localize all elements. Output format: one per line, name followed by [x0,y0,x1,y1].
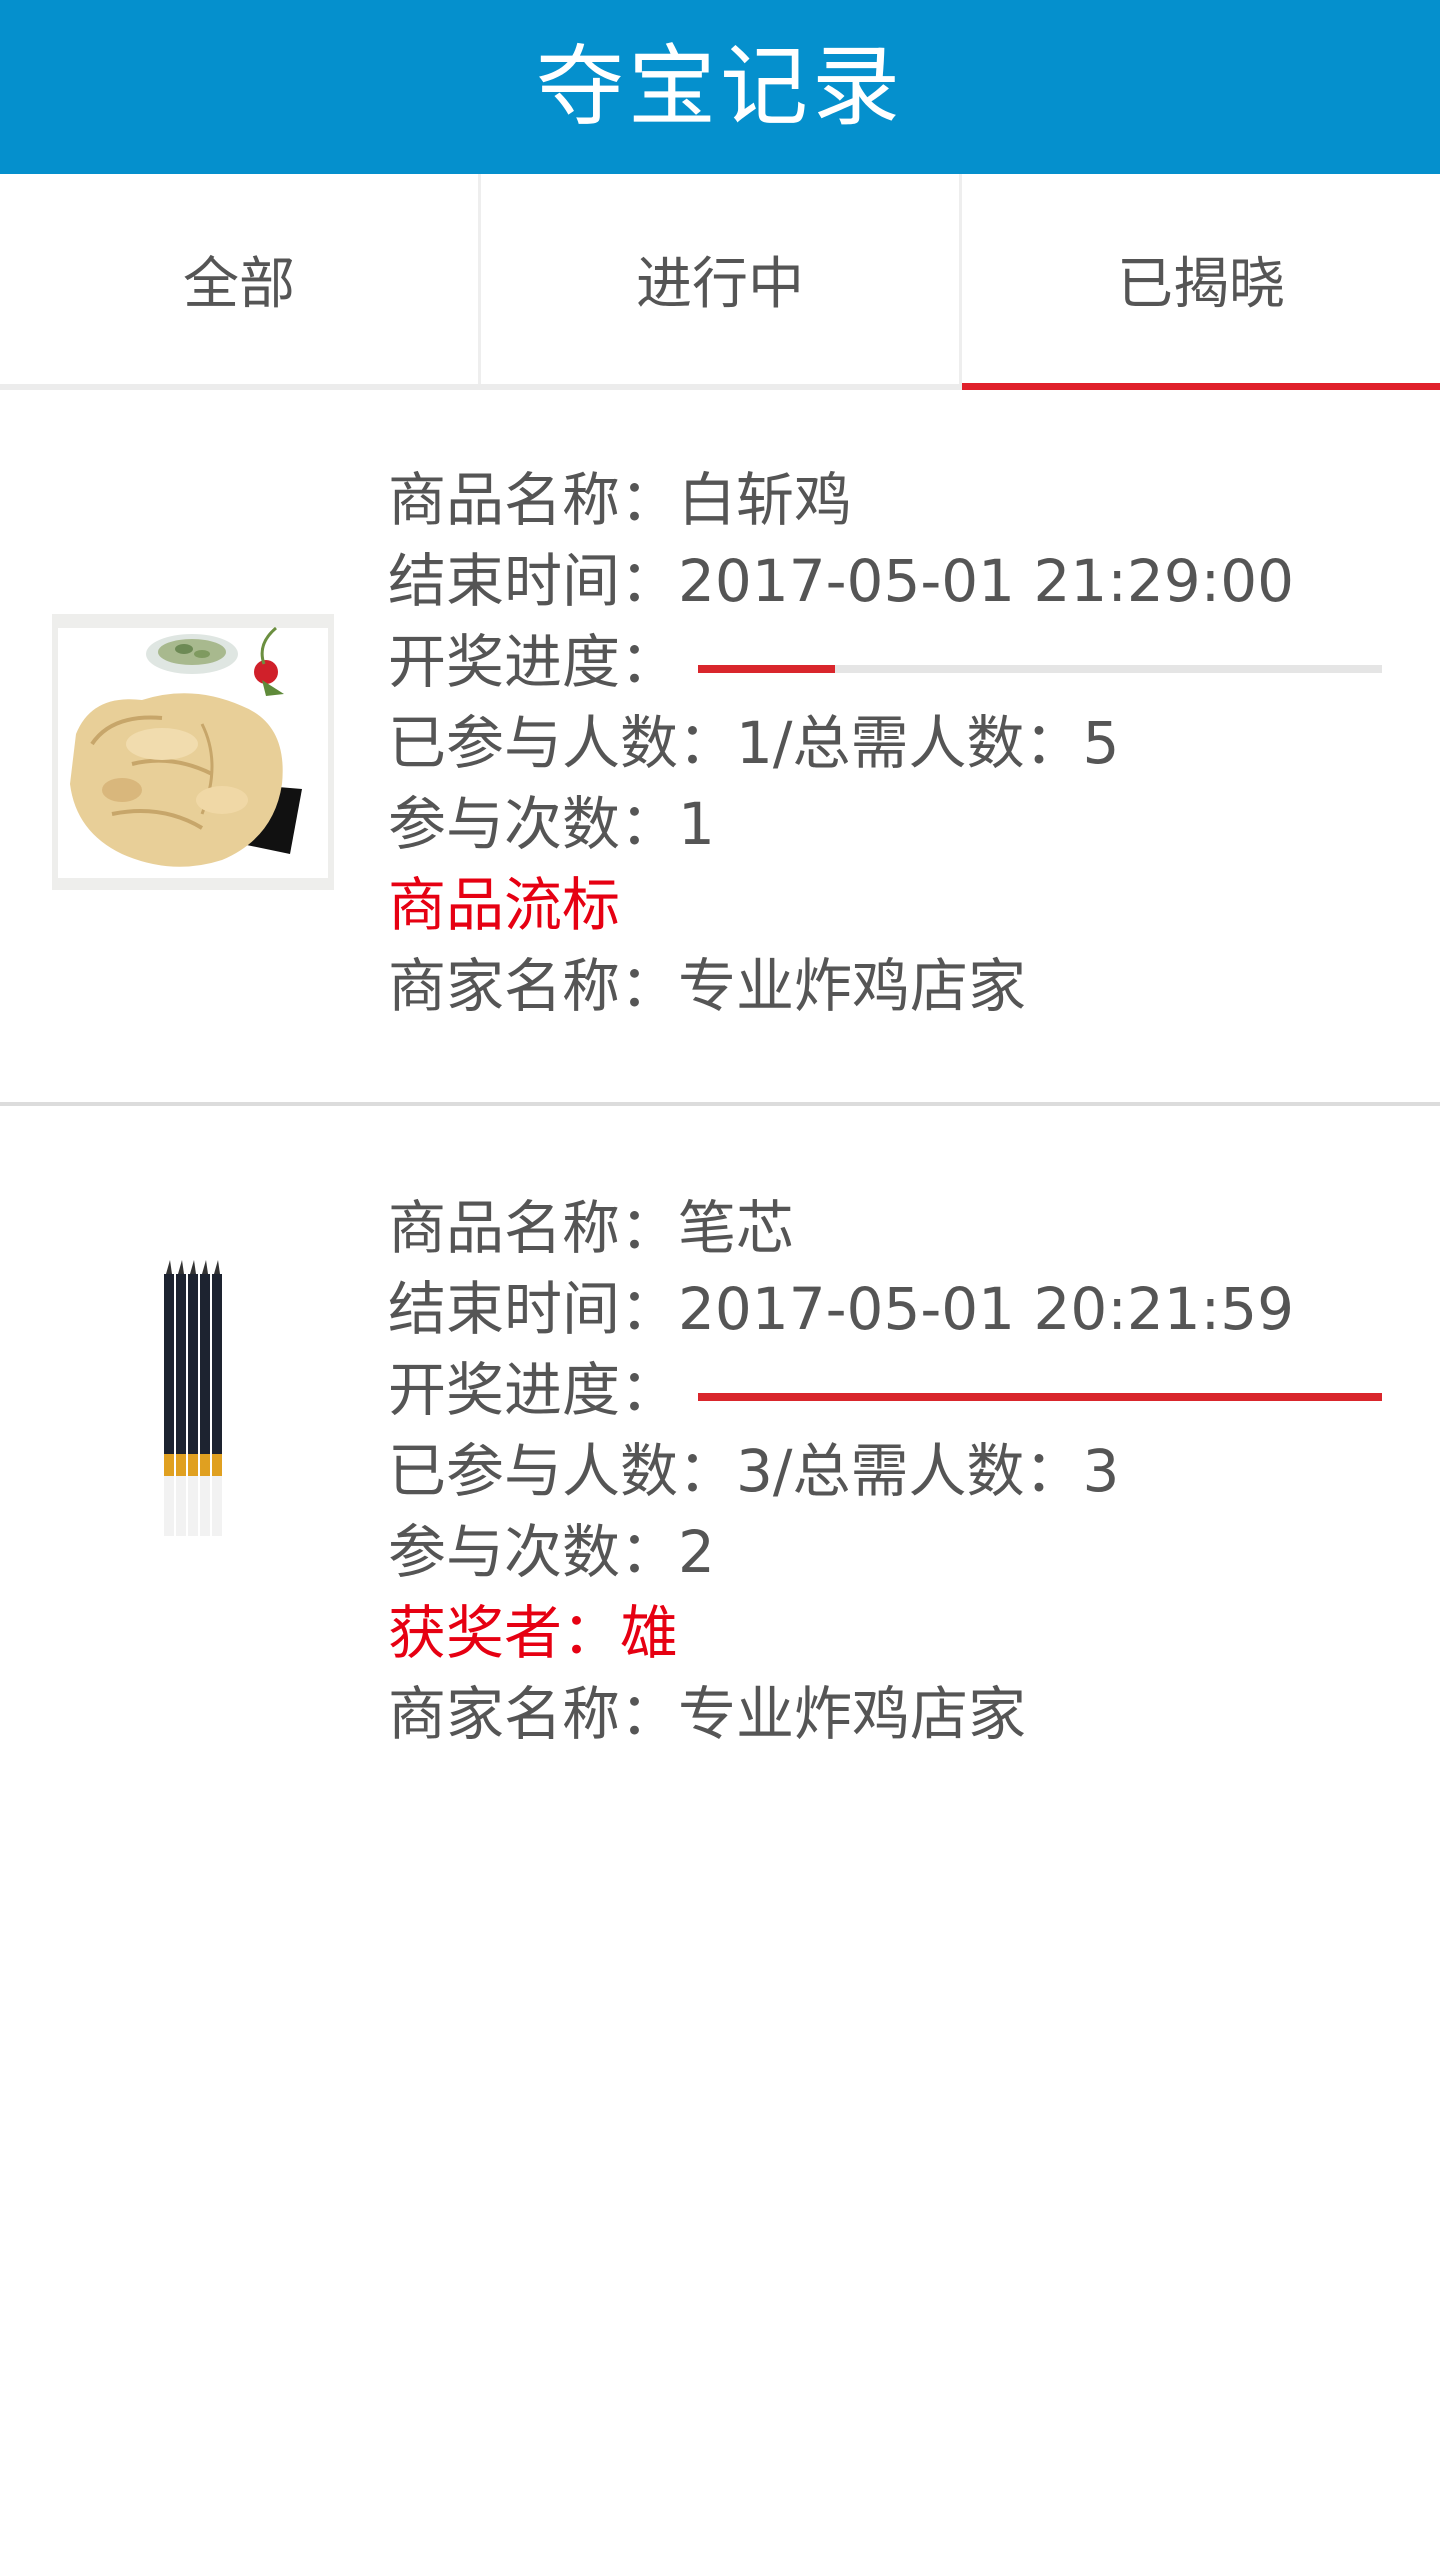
winner-text: 获奖者：雄 [388,1599,679,1667]
progress-fill [698,1392,1383,1401]
participation-times-row: 参与次数：1 [388,790,715,858]
record-info: 商品名称： 白斩鸡 结束时间： 2017-05-01 21:29:00 开奖进度： … [388,460,1388,1027]
tab-revealed[interactable]: 已揭晓 [959,174,1440,390]
tab-label: 全部 [183,251,295,317]
page-title: 夺宝记录 [535,35,904,138]
progress-row: 开奖进度： [388,1350,1388,1431]
progress-bar [698,1392,1383,1401]
participants-row: 已参与人数：3/总需人数：3 [388,1437,1120,1505]
pen-refill-image [52,1260,334,1536]
end-time-row: 结束时间： 2017-05-01 20:21:59 [388,1269,1388,1350]
app-root: 夺宝记录 全部 进行中 已揭晓 商品名称： 白斩鸡 结束时间： 2017-05-… [0,0,1440,2560]
progress-row: 开奖进度： [388,622,1388,703]
progress-bar [698,664,1383,673]
progress-label: 开奖进度： [388,628,679,696]
tab-all[interactable]: 全部 [0,174,478,384]
record-list: 商品名称： 白斩鸡 结束时间： 2017-05-01 21:29:00 开奖进度： … [0,390,1440,1748]
product-name-label: 商品名称： [388,466,679,534]
tab-bar: 全部 进行中 已揭晓 [0,174,1440,390]
product-name-row: 商品名称： 笔芯 [388,1188,1388,1269]
end-time-label: 结束时间： [388,547,679,615]
participation-times-row: 参与次数：2 [388,1518,715,1586]
record-item[interactable]: 商品名称： 白斩鸡 结束时间： 2017-05-01 21:29:00 开奖进度： … [0,390,1440,1106]
product-name-label: 商品名称： [388,1194,679,1262]
product-name-row: 商品名称： 白斩鸡 [388,460,1388,541]
participants-row: 已参与人数：1/总需人数：5 [388,709,1120,777]
status-text: 商品流标 [388,871,621,939]
end-time-row: 结束时间： 2017-05-01 21:29:00 [388,541,1388,622]
progress-fill [698,664,835,673]
tab-label: 进行中 [636,251,804,317]
merchant-row: 商家名称：专业炸鸡店家 [388,1680,1027,1748]
product-name: 白斩鸡 [678,466,853,534]
tab-in-progress[interactable]: 进行中 [478,174,959,384]
record-info: 商品名称： 笔芯 结束时间： 2017-05-01 20:21:59 开奖进度： 已… [388,1188,1388,1755]
end-time-label: 结束时间： [388,1275,679,1343]
tab-label: 已揭晓 [1117,251,1285,317]
title-bar: 夺宝记录 [0,0,1440,174]
end-time: 2017-05-01 20:21:59 [678,1275,1295,1343]
progress-label: 开奖进度： [388,1356,679,1424]
merchant-row: 商家名称：专业炸鸡店家 [388,952,1027,1020]
chicken-dish-image [52,614,334,890]
record-item[interactable]: 商品名称： 笔芯 结束时间： 2017-05-01 20:21:59 开奖进度： 已… [0,1106,1440,1748]
product-name: 笔芯 [678,1194,795,1262]
end-time: 2017-05-01 21:29:00 [678,547,1295,615]
